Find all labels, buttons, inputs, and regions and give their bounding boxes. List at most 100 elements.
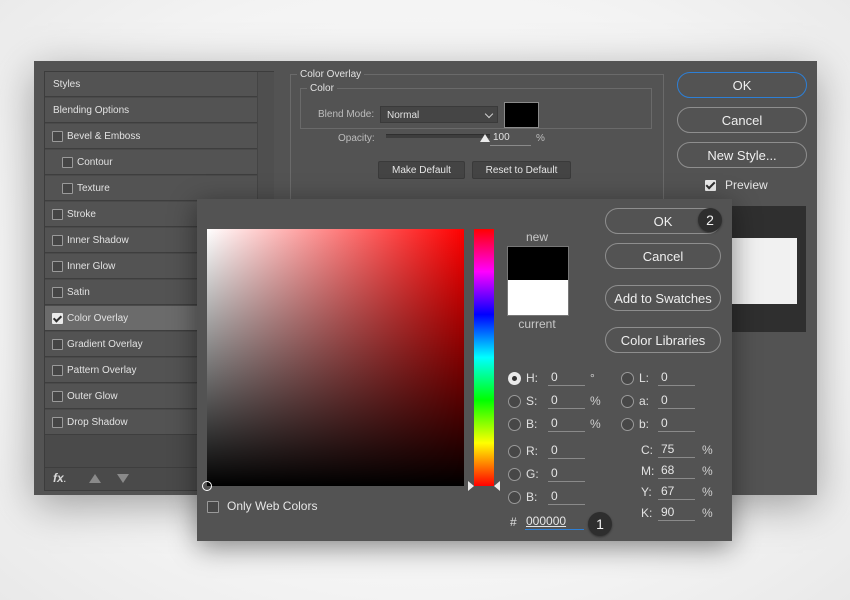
style-item-label: Styles xyxy=(53,79,81,90)
blend-mode-label: Blend Mode: xyxy=(318,109,375,120)
lab-input-a[interactable]: 0 xyxy=(658,393,695,409)
cmyk-unit: % xyxy=(702,443,713,457)
hsb-unit: % xyxy=(590,417,601,431)
cmyk-label: K: xyxy=(641,506,653,520)
hsb-label: H: xyxy=(526,371,538,385)
style-item-label: Inner Shadow xyxy=(67,235,129,246)
color-libraries-button[interactable]: Color Libraries xyxy=(605,327,721,353)
hsb-radio-s[interactable] xyxy=(508,395,521,408)
hsb-input-h[interactable]: 0 xyxy=(548,370,585,386)
move-up-icon[interactable] xyxy=(89,474,101,483)
opacity-slider-thumb[interactable] xyxy=(480,134,490,142)
style-checkbox[interactable] xyxy=(52,235,63,246)
opacity-slider-track[interactable] xyxy=(386,134,490,138)
style-item-label: Inner Glow xyxy=(67,261,116,272)
ok-button[interactable]: OK xyxy=(677,72,807,98)
cmyk-label: M: xyxy=(641,464,655,478)
lab-label: a: xyxy=(639,394,650,408)
lab-radio-b[interactable] xyxy=(621,418,634,431)
style-item-label: Blending Options xyxy=(53,105,130,116)
color-field-marker[interactable] xyxy=(202,481,212,491)
opacity-label: Opacity: xyxy=(338,133,375,144)
hsb-input-s[interactable]: 0 xyxy=(548,393,585,409)
hsb-radio-h[interactable] xyxy=(508,372,521,385)
rgb-radio-b[interactable] xyxy=(508,491,521,504)
cmyk-unit: % xyxy=(702,485,713,499)
style-item-label: Satin xyxy=(67,287,90,298)
callout-badge-hex: 1 xyxy=(588,512,612,536)
current-color-swatch[interactable] xyxy=(507,280,569,316)
hue-slider-right-marker[interactable] xyxy=(494,481,500,491)
style-checkbox[interactable] xyxy=(52,365,63,376)
style-checkbox[interactable] xyxy=(52,131,63,142)
new-style-button[interactable]: New Style... xyxy=(677,142,807,168)
fx-icon[interactable]: fx. xyxy=(53,471,66,485)
style-checkbox[interactable] xyxy=(52,391,63,402)
hue-slider[interactable] xyxy=(468,229,500,491)
lab-input-l[interactable]: 0 xyxy=(658,370,695,386)
style-checkbox[interactable] xyxy=(52,261,63,272)
style-item-blending-options[interactable]: Blending Options xyxy=(45,98,257,123)
style-checkbox[interactable] xyxy=(52,339,63,350)
style-item-label: Stroke xyxy=(67,209,96,220)
style-item-contour[interactable]: Contour xyxy=(45,150,257,175)
style-item-styles[interactable]: Styles xyxy=(45,72,257,97)
rgb-label: R: xyxy=(526,444,538,458)
add-to-swatches-button[interactable]: Add to Swatches xyxy=(605,285,721,311)
hsb-unit: ° xyxy=(590,371,595,385)
hue-slider-left-marker[interactable] xyxy=(468,481,474,491)
new-color-label: new xyxy=(525,230,548,244)
blend-mode-value: Normal xyxy=(387,110,420,121)
blend-mode-select[interactable]: Normal xyxy=(380,106,498,123)
rgb-input-r[interactable]: 0 xyxy=(548,443,585,459)
reset-to-default-button[interactable]: Reset to Default xyxy=(472,161,571,179)
rgb-input-g[interactable]: 0 xyxy=(548,466,585,482)
only-web-colors-checkbox[interactable] xyxy=(207,501,219,513)
color-field[interactable] xyxy=(202,229,464,491)
style-item-label: Bevel & Emboss xyxy=(67,131,141,142)
hex-input[interactable]: 000000 xyxy=(525,513,584,530)
make-default-button[interactable]: Make Default xyxy=(378,161,465,179)
color-group-title: Color xyxy=(310,83,334,94)
style-checkbox[interactable] xyxy=(52,417,63,428)
lab-radio-l[interactable] xyxy=(621,372,634,385)
rgb-radio-r[interactable] xyxy=(508,445,521,458)
lab-label: L: xyxy=(639,371,650,385)
opacity-input[interactable]: 100 xyxy=(490,131,531,146)
cancel-button[interactable]: Cancel xyxy=(677,107,807,133)
lab-input-b[interactable]: 0 xyxy=(658,416,695,432)
preview-checkbox[interactable] xyxy=(705,180,716,191)
move-down-icon[interactable] xyxy=(117,474,129,483)
style-item-label: Pattern Overlay xyxy=(67,365,137,376)
cmyk-input-y[interactable]: 67 xyxy=(658,484,695,500)
rgb-input-b[interactable]: 0 xyxy=(548,489,585,505)
style-item-texture[interactable]: Texture xyxy=(45,176,257,201)
new-color-swatch[interactable] xyxy=(507,246,569,281)
opacity-unit: % xyxy=(536,133,545,144)
hsb-label: S: xyxy=(526,394,538,408)
style-checkbox[interactable] xyxy=(52,209,63,220)
style-checkbox[interactable] xyxy=(62,183,73,194)
style-checkbox[interactable] xyxy=(52,287,63,298)
style-item-label: Texture xyxy=(77,183,110,194)
cmyk-input-m[interactable]: 68 xyxy=(658,463,695,479)
style-item-bevel-emboss[interactable]: Bevel & Emboss xyxy=(45,124,257,149)
rgb-label: G: xyxy=(526,467,539,481)
color-overlay-title: Color Overlay xyxy=(300,69,362,80)
style-checkbox[interactable] xyxy=(52,313,63,324)
hsb-radio-b[interactable] xyxy=(508,418,521,431)
cmyk-input-c[interactable]: 75 xyxy=(658,442,695,458)
style-checkbox[interactable] xyxy=(62,157,73,168)
cmyk-input-k[interactable]: 90 xyxy=(658,505,695,521)
cmyk-unit: % xyxy=(702,506,713,520)
picker-cancel-button[interactable]: Cancel xyxy=(605,243,721,269)
hsb-input-b[interactable]: 0 xyxy=(548,416,585,432)
rgb-radio-g[interactable] xyxy=(508,468,521,481)
lab-radio-a[interactable] xyxy=(621,395,634,408)
hex-label: # xyxy=(510,515,517,529)
style-item-label: Outer Glow xyxy=(67,391,118,402)
callout-badge-ok: 2 xyxy=(698,208,722,232)
style-item-label: Drop Shadow xyxy=(67,417,128,428)
style-item-label: Gradient Overlay xyxy=(67,339,143,350)
overlay-color-swatch[interactable] xyxy=(504,102,539,128)
